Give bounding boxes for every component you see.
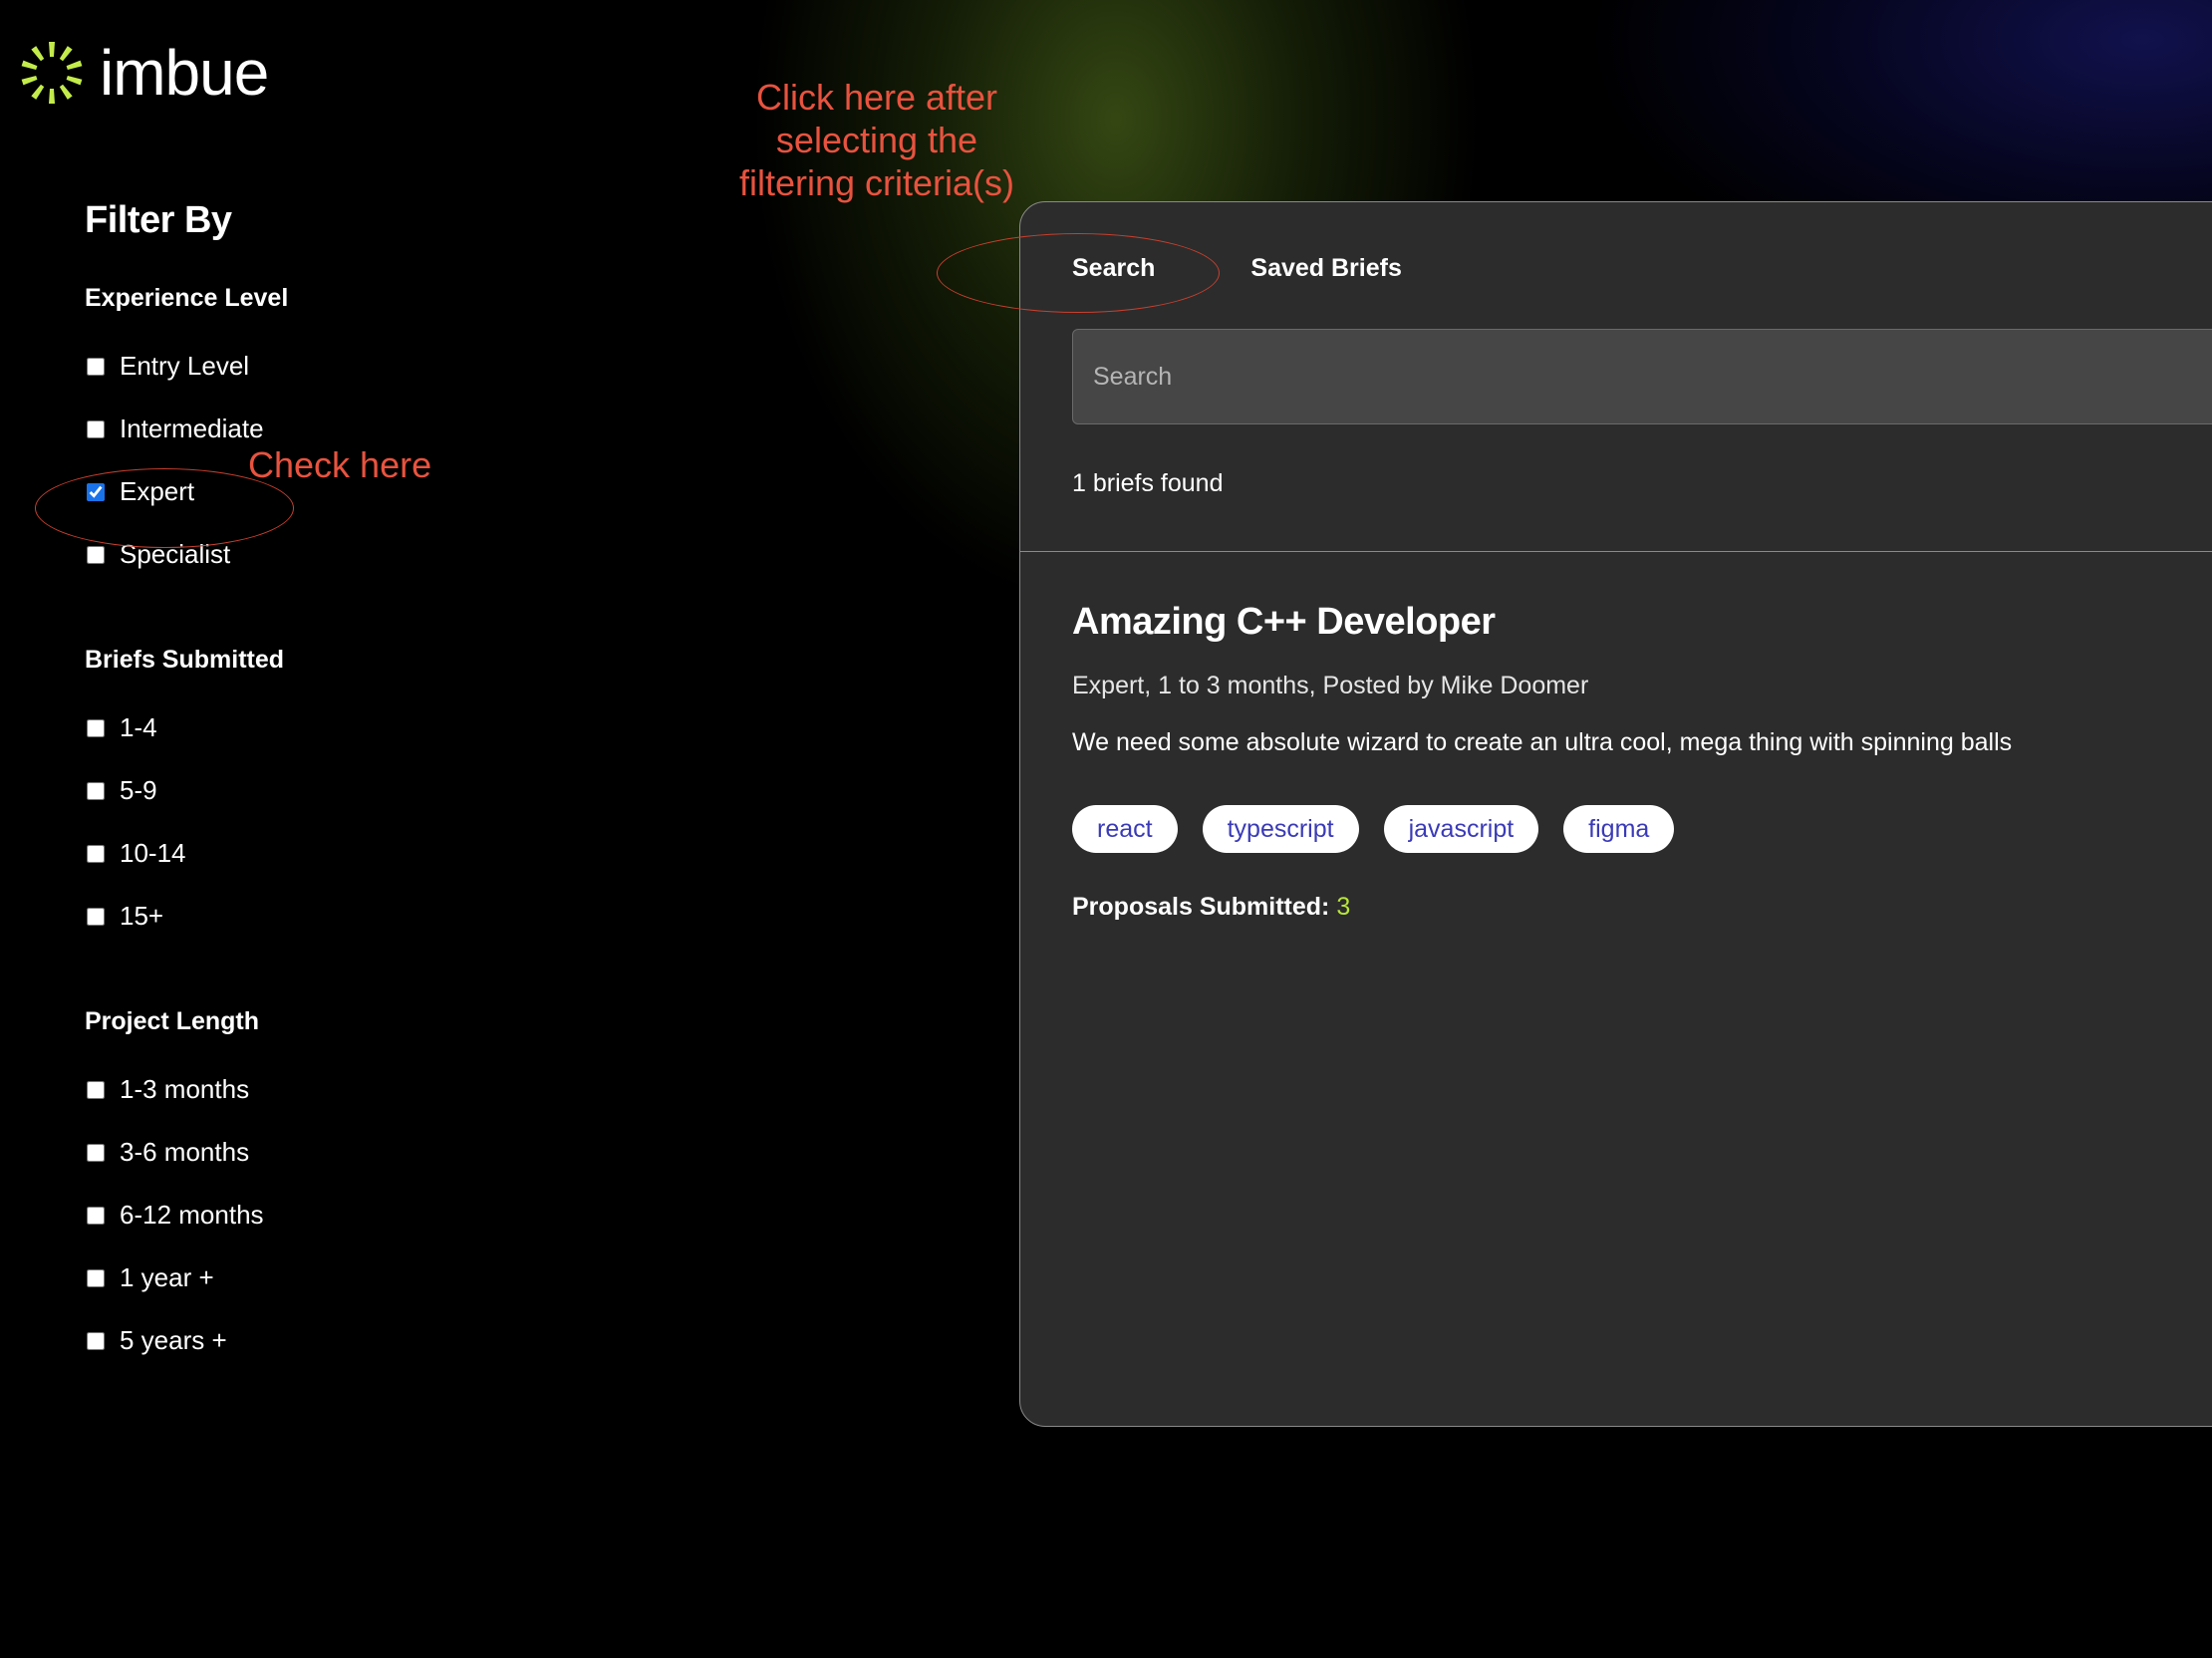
results-count: 1 briefs found bbox=[1072, 469, 1224, 497]
option-label: 5-9 bbox=[120, 775, 157, 805]
search-input[interactable] bbox=[1073, 361, 2212, 393]
filter-option-1-year-plus[interactable]: 1 year + bbox=[85, 1246, 583, 1309]
filter-option-1-3-months[interactable]: 1-3 months bbox=[85, 1058, 583, 1121]
proposals-submitted: Proposals Submitted: 3 bbox=[1072, 893, 2212, 922]
brief-description: We need some absolute wizard to create a… bbox=[1072, 728, 2013, 756]
experience-level-title: Experience Level bbox=[85, 284, 289, 312]
tag-javascript[interactable]: javascript bbox=[1383, 805, 1539, 853]
logo-text: imbue bbox=[100, 37, 269, 109]
length-1-3-months-checkbox[interactable] bbox=[87, 1080, 105, 1099]
annotation-ellipse-expert bbox=[35, 468, 294, 548]
specialist-checkbox[interactable] bbox=[87, 545, 105, 564]
brief-title[interactable]: Amazing C++ Developer bbox=[1072, 601, 2212, 644]
filter-title: Filter By bbox=[85, 199, 232, 241]
briefs-1-4-checkbox[interactable] bbox=[87, 718, 105, 737]
length-3-6-months-checkbox[interactable] bbox=[87, 1143, 105, 1162]
briefs-10-14-checkbox[interactable] bbox=[87, 844, 105, 863]
briefs-5-9-checkbox[interactable] bbox=[87, 781, 105, 800]
option-label: 6-12 months bbox=[120, 1200, 264, 1230]
brief-meta: Expert, 1 to 3 months, Posted by Mike Do… bbox=[1072, 672, 1589, 699]
project-length-title: Project Length bbox=[85, 1007, 260, 1035]
option-label: 5 years + bbox=[120, 1325, 227, 1355]
annotation-search-hint: Click here after selecting the filtering… bbox=[738, 77, 1015, 203]
filter-option-6-12-months[interactable]: 6-12 months bbox=[85, 1184, 583, 1246]
brief-card[interactable]: Amazing C++ Developer Expert, 1 to 3 mon… bbox=[1072, 601, 2212, 922]
filter-option-entry-level[interactable]: Entry Level bbox=[85, 335, 583, 398]
project-length-group: Project Length 1-3 months 3-6 months 6-1… bbox=[85, 1007, 583, 1372]
option-label: 1-4 bbox=[120, 712, 157, 742]
briefs-panel: Search Saved Briefs 1 briefs found Amazi… bbox=[1019, 201, 2212, 1427]
proposals-count: 3 bbox=[1336, 893, 1351, 921]
option-label: 10-14 bbox=[120, 838, 186, 868]
search-box[interactable] bbox=[1072, 329, 2212, 424]
filter-option-5-years-plus[interactable]: 5 years + bbox=[85, 1309, 583, 1372]
briefs-15-plus-checkbox[interactable] bbox=[87, 907, 105, 926]
tab-saved-briefs[interactable]: Saved Briefs bbox=[1250, 254, 1401, 283]
tag-react[interactable]: react bbox=[1072, 805, 1178, 853]
length-6-12-months-checkbox[interactable] bbox=[87, 1206, 105, 1225]
annotation-ellipse-search bbox=[937, 233, 1220, 313]
length-1-year-plus-checkbox[interactable] bbox=[87, 1268, 105, 1287]
option-label: 1 year + bbox=[120, 1262, 214, 1292]
option-label: Entry Level bbox=[120, 351, 250, 381]
option-label: 3-6 months bbox=[120, 1137, 250, 1167]
entry-level-checkbox[interactable] bbox=[87, 357, 105, 376]
imbue-sunburst-icon bbox=[21, 42, 83, 104]
filter-option-1-4[interactable]: 1-4 bbox=[85, 696, 583, 759]
filter-option-5-9[interactable]: 5-9 bbox=[85, 759, 583, 822]
brief-tags: react typescript javascript figma bbox=[1072, 805, 2212, 853]
option-label: Intermediate bbox=[120, 414, 264, 443]
filter-option-15-plus[interactable]: 15+ bbox=[85, 885, 583, 948]
tag-typescript[interactable]: typescript bbox=[1202, 805, 1359, 853]
briefs-submitted-group: Briefs Submitted 1-4 5-9 10-14 15+ bbox=[85, 646, 583, 948]
briefs-submitted-title: Briefs Submitted bbox=[85, 646, 285, 674]
imbue-logo[interactable]: imbue bbox=[18, 36, 269, 110]
option-label: 1-3 months bbox=[120, 1074, 250, 1104]
filter-option-10-14[interactable]: 10-14 bbox=[85, 822, 583, 885]
tag-figma[interactable]: figma bbox=[1563, 805, 1675, 853]
proposals-label: Proposals Submitted: bbox=[1072, 893, 1330, 921]
length-5-years-plus-checkbox[interactable] bbox=[87, 1331, 105, 1350]
filter-sidebar: Filter By Experience Level Entry Level I… bbox=[85, 199, 583, 1432]
annotation-check-hint: Check here bbox=[248, 444, 432, 485]
divider bbox=[1020, 551, 2212, 552]
filter-option-3-6-months[interactable]: 3-6 months bbox=[85, 1121, 583, 1184]
intermediate-checkbox[interactable] bbox=[87, 419, 105, 438]
page: imbue Filter By Experience Level Entry L… bbox=[0, 0, 2212, 1658]
option-label: 15+ bbox=[120, 901, 164, 931]
